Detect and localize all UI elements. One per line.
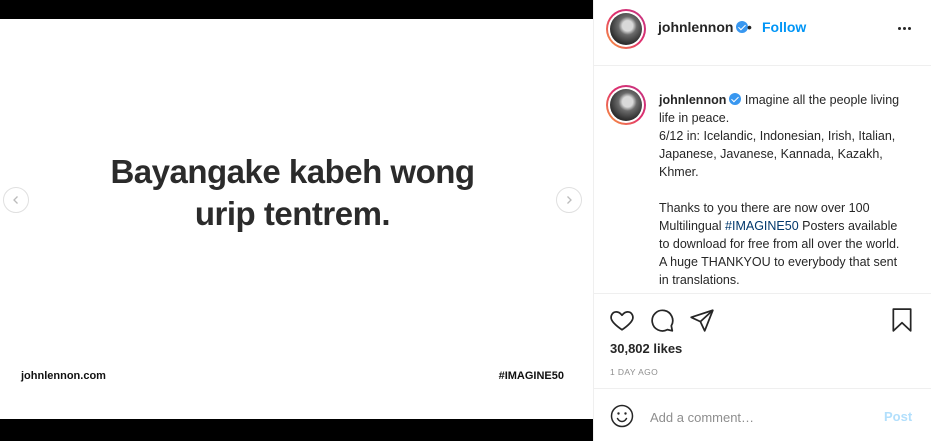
caption-avatar[interactable] xyxy=(606,85,646,125)
chevron-left-icon xyxy=(13,196,18,204)
heart-icon[interactable] xyxy=(609,307,635,333)
caption-line-2: 6/12 in: Icelandic, Indonesian, Irish, I… xyxy=(659,129,896,179)
instagram-post: Bayangake kabeh wong urip tentrem. johnl… xyxy=(0,0,931,441)
comment-box: Post xyxy=(594,388,931,441)
comment-icon[interactable] xyxy=(649,307,675,333)
post-comment-button[interactable]: Post xyxy=(884,409,912,424)
poster-footer-site: johnlennon.com xyxy=(21,370,106,382)
header-separator: • xyxy=(747,19,752,35)
caption-hashtag-link[interactable]: #IMAGINE50 xyxy=(725,219,799,233)
avatar-image xyxy=(610,13,642,45)
poster-image[interactable]: Bayangake kabeh wong urip tentrem. johnl… xyxy=(0,19,593,419)
poster-footer-hashtag: #IMAGINE50 xyxy=(498,370,564,382)
poster-headline: Bayangake kabeh wong urip tentrem. xyxy=(110,153,475,232)
likes-count[interactable]: 30,802 likes xyxy=(610,341,682,356)
comment-input[interactable] xyxy=(650,407,870,427)
post-media: Bayangake kabeh wong urip tentrem. johnl… xyxy=(0,0,593,441)
post-actions: 30,802 likes 1 DAY AGO xyxy=(594,293,931,388)
chevron-right-icon xyxy=(567,196,572,204)
bookmark-icon[interactable] xyxy=(889,307,915,333)
caption-area: johnlennon Imagine all the people living… xyxy=(594,67,931,292)
verified-badge-icon xyxy=(729,93,742,105)
post-side-panel: johnlennon • Follow johnlennon Imagine a… xyxy=(593,0,931,441)
username-text: johnlennon xyxy=(658,19,734,35)
follow-button[interactable]: Follow xyxy=(762,19,806,35)
avatar-image xyxy=(610,89,642,121)
avatar[interactable] xyxy=(606,9,646,49)
header-username[interactable]: johnlennon xyxy=(658,19,749,35)
caption-username[interactable]: johnlennon xyxy=(659,93,726,107)
more-options-icon[interactable] xyxy=(894,19,914,37)
next-slide-button[interactable] xyxy=(556,187,582,213)
post-timestamp[interactable]: 1 DAY AGO xyxy=(610,367,658,377)
share-icon[interactable] xyxy=(689,307,715,333)
previous-slide-button[interactable] xyxy=(3,187,29,213)
caption-text: johnlennon Imagine all the people living… xyxy=(659,91,909,289)
emoji-icon[interactable] xyxy=(610,404,634,428)
post-header: johnlennon • Follow xyxy=(594,0,931,66)
